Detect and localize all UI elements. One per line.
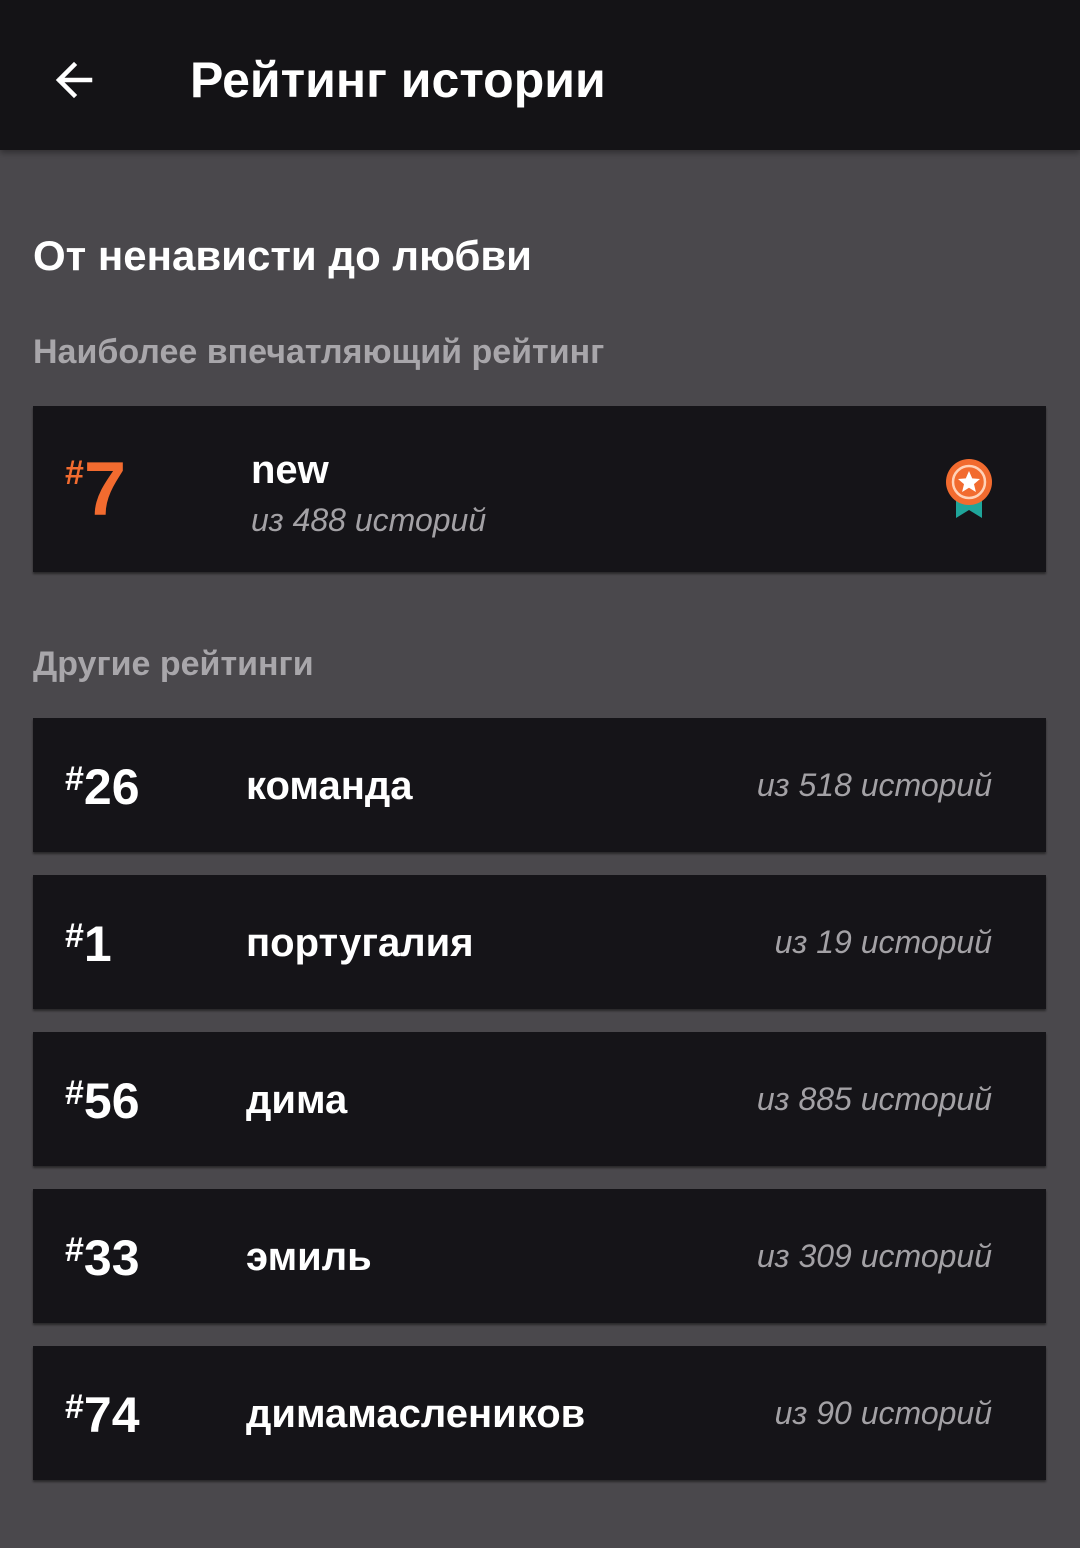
rank-number: 26 bbox=[83, 759, 140, 815]
featured-rank: #7 bbox=[65, 450, 126, 530]
row-name: димамаслеников bbox=[246, 1392, 586, 1436]
app-bar: Рейтинг истории bbox=[0, 0, 1080, 150]
rank-number: 74 bbox=[83, 1387, 140, 1443]
rank-hash: # bbox=[65, 1231, 84, 1269]
rank-hash: # bbox=[65, 1388, 84, 1426]
rating-row[interactable]: #33 эмиль из 309 историй bbox=[33, 1189, 1046, 1323]
featured-section-label: Наиболее впечатляющий рейтинг bbox=[33, 333, 605, 371]
featured-rating-card[interactable]: #7 new из 488 историй bbox=[33, 406, 1046, 572]
rank-number: 56 bbox=[83, 1073, 140, 1129]
arrow-left-icon bbox=[55, 61, 93, 99]
story-title: От ненависти до любви bbox=[33, 232, 532, 279]
back-button[interactable] bbox=[36, 42, 112, 118]
row-count: из 19 историй bbox=[774, 924, 992, 960]
row-rank: #33 bbox=[65, 1229, 140, 1287]
other-section-label: Другие рейтинги bbox=[33, 645, 314, 683]
rank-hash: # bbox=[65, 1074, 84, 1112]
page-title: Рейтинг истории bbox=[190, 52, 606, 108]
rank-hash: # bbox=[65, 454, 84, 492]
rank-hash: # bbox=[65, 917, 84, 955]
rating-row[interactable]: #1 португалия из 19 историй bbox=[33, 875, 1046, 1009]
rank-number: 1 bbox=[83, 916, 112, 972]
row-count: из 309 историй bbox=[756, 1238, 992, 1274]
row-name: эмиль bbox=[246, 1235, 372, 1279]
row-rank: #1 bbox=[65, 915, 112, 973]
row-count: из 518 историй bbox=[756, 767, 992, 803]
row-rank: #56 bbox=[65, 1072, 140, 1130]
featured-count: из 488 историй bbox=[251, 502, 487, 538]
rank-number: 33 bbox=[83, 1230, 140, 1286]
rating-row[interactable]: #26 команда из 518 историй bbox=[33, 718, 1046, 852]
row-count: из 90 историй bbox=[774, 1395, 992, 1431]
row-rank: #26 bbox=[65, 758, 140, 816]
rating-row[interactable]: #56 дима из 885 историй bbox=[33, 1032, 1046, 1166]
row-count: из 885 историй bbox=[756, 1081, 992, 1117]
rating-row[interactable]: #74 димамаслеников из 90 историй bbox=[33, 1346, 1046, 1480]
row-name: португалия bbox=[246, 921, 474, 965]
rank-hash: # bbox=[65, 760, 84, 798]
row-name: дима bbox=[246, 1078, 348, 1122]
award-ribbon-icon bbox=[946, 459, 992, 518]
rank-number: 7 bbox=[83, 447, 127, 532]
featured-name: new bbox=[251, 448, 329, 492]
row-name: команда bbox=[246, 764, 413, 808]
row-rank: #74 bbox=[65, 1386, 140, 1444]
